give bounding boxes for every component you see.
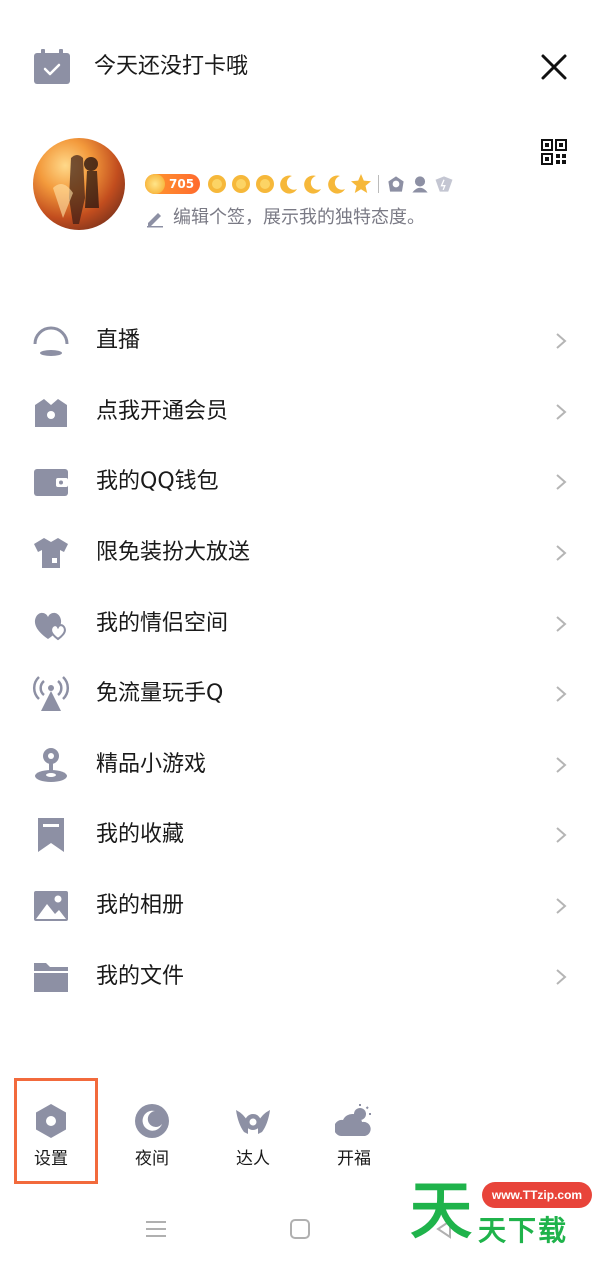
watermark-big-char: 天	[410, 1174, 473, 1247]
menu-item-label: 我的相册	[96, 893, 185, 919]
signature-text: 编辑个签，展示我的独特态度。	[173, 207, 425, 228]
menu-item-free-data[interactable]: 免流量玩手Q	[0, 659, 600, 730]
menu-item-label: 我的文件	[96, 963, 185, 989]
folder-icon	[32, 958, 70, 996]
chevron-right-icon	[556, 686, 567, 703]
menu-item-label: 直播	[96, 328, 141, 354]
menu-item-label: 我的QQ钱包	[96, 469, 219, 495]
chevron-right-icon	[556, 757, 567, 773]
avatar[interactable]	[33, 138, 125, 230]
sun-icon	[230, 173, 252, 195]
watermark-logo: 天 www.TTzip.com 天下载	[410, 1174, 592, 1256]
chevron-right-icon	[556, 404, 567, 420]
menu-item-live[interactable]: 直播	[0, 306, 600, 377]
qr-code-icon[interactable]	[541, 139, 567, 165]
crown-icon	[32, 393, 70, 431]
menu-list: 直播 点我开通会员 我的QQ钱包 限免装扮大放送 我的情侣空间 免流量玩手Q 精…	[0, 306, 600, 1012]
menu-item-vip[interactable]: 点我开通会员	[0, 377, 600, 448]
close-icon[interactable]	[537, 50, 571, 84]
menu-item-label: 我的情侣空间	[96, 610, 229, 636]
calendar-check-icon[interactable]	[33, 48, 71, 86]
menu-item-label: 限免装扮大放送	[96, 540, 251, 566]
night-mode-icon	[135, 1104, 169, 1138]
night-mode-button[interactable]: 夜间	[112, 1098, 192, 1184]
menu-item-label: 我的收藏	[96, 822, 185, 848]
menu-item-games[interactable]: 精品小游戏	[0, 730, 600, 801]
menu-item-files[interactable]: 我的文件	[0, 941, 600, 1012]
badge-icon-3	[433, 173, 455, 195]
chevron-right-icon	[556, 968, 567, 985]
badge-icon-2	[409, 173, 431, 195]
menu-item-dressup[interactable]: 限免装扮大放送	[0, 518, 600, 589]
live-icon	[32, 322, 70, 360]
night-mode-label: 夜间	[135, 1149, 169, 1169]
chevron-right-icon	[556, 898, 567, 914]
edit-pencil-icon	[147, 213, 163, 228]
talent-label: 达人	[236, 1149, 270, 1169]
bookmark-icon	[32, 816, 70, 854]
wallet-icon	[32, 463, 70, 501]
checkin-label[interactable]: 今天还没打卡哦	[94, 52, 248, 82]
watermark-url: www.TTzip.com	[482, 1182, 592, 1208]
menu-item-album[interactable]: 我的相册	[0, 871, 600, 942]
sun-icon	[254, 173, 276, 195]
menu-item-label: 精品小游戏	[96, 751, 207, 777]
menu-icon[interactable]	[145, 1219, 167, 1239]
chevron-right-icon	[556, 827, 567, 844]
menu-item-label: 点我开通会员	[96, 398, 229, 424]
settings-highlight-box	[14, 1078, 98, 1184]
signal-tower-icon	[32, 675, 70, 713]
blessing-label: 开福	[337, 1149, 371, 1169]
menu-item-wallet[interactable]: 我的QQ钱包	[0, 447, 600, 518]
photo-icon	[32, 887, 70, 925]
talent-button[interactable]: 达人	[213, 1098, 293, 1184]
talent-icon	[236, 1110, 270, 1134]
sun-icon	[206, 173, 228, 195]
joystick-icon	[32, 746, 70, 784]
moon-icon	[326, 173, 348, 195]
watermark-text: 天下载	[478, 1214, 569, 1247]
weather-icon	[335, 1104, 371, 1136]
chevron-right-icon	[556, 545, 567, 561]
badge-icon-1	[385, 173, 407, 195]
menu-item-favorites[interactable]: 我的收藏	[0, 800, 600, 871]
moon-icon	[278, 173, 300, 195]
chevron-right-icon	[556, 333, 567, 350]
coin-icon	[145, 174, 165, 194]
star-icon	[350, 173, 372, 195]
home-icon[interactable]	[289, 1218, 311, 1240]
chevron-right-icon	[556, 615, 567, 632]
level-badges[interactable]: 705	[145, 170, 455, 198]
coin-level-badge: 705	[145, 174, 201, 194]
blessing-button[interactable]: 开福	[314, 1098, 394, 1184]
menu-item-label: 免流量玩手Q	[96, 681, 224, 707]
divider	[378, 175, 380, 193]
coin-level-value: 705	[169, 177, 195, 191]
signature-row[interactable]: 编辑个签，展示我的独特态度。	[145, 205, 425, 231]
hearts-icon	[32, 605, 70, 643]
tshirt-icon	[32, 534, 70, 572]
chevron-right-icon	[556, 474, 567, 491]
menu-item-couple[interactable]: 我的情侣空间	[0, 588, 600, 659]
moon-icon	[302, 173, 324, 195]
